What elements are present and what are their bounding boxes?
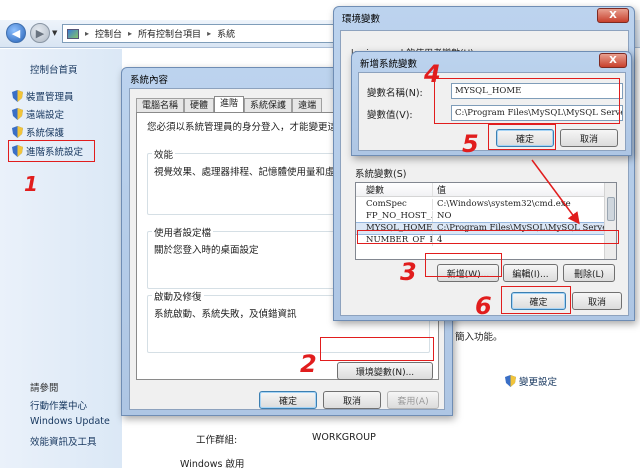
shield-icon (12, 126, 23, 138)
sidebar-item-remote-settings[interactable]: 遠端設定 (12, 107, 64, 121)
see-also-heading: 請參閱 (30, 383, 59, 394)
annotation-step-5: 5 (462, 130, 479, 158)
group-title: 啟動及修復 (152, 289, 204, 303)
scrollbar-thumb[interactable] (607, 197, 615, 221)
close-button[interactable]: X (597, 8, 629, 23)
tab-system-protection[interactable]: 系統保護 (244, 98, 293, 113)
chevron-right-icon: ▸ (85, 29, 90, 38)
apply-button: 套用(A) (387, 391, 439, 409)
list-header: 變數 值 (356, 183, 606, 197)
group-title: 效能 (152, 147, 176, 161)
cell-value: C:\Windows\system32\cmd.exe (432, 199, 606, 210)
windows-activation-heading: Windows 啟用 (180, 459, 245, 468)
cell-variable: FP_NO_HOST_... (366, 211, 432, 221)
link-performance-tools[interactable]: 效能資訊及工具 (30, 434, 97, 448)
cell-variable: ComSpec (366, 199, 407, 209)
control-panel-icon (67, 28, 79, 39)
highlight-env-ok (501, 286, 571, 314)
delete-button[interactable]: 刪除(L) (563, 264, 615, 282)
highlight-new-button (425, 253, 502, 277)
sidebar-item-label: 遠端設定 (26, 110, 65, 121)
environment-variables-button[interactable]: 環境變數(N)... (337, 362, 433, 380)
link-windows-update[interactable]: Windows Update (30, 416, 110, 427)
sidebar-item-label: 裝置管理員 (26, 92, 74, 103)
history-dropdown-icon[interactable]: ▼ (52, 29, 57, 37)
tab-strip: 電腦名稱 硬體 進階 系統保護 遠端 (136, 96, 323, 113)
annotation-step-3: 3 (400, 258, 417, 286)
highlight-new-var-fields (434, 78, 620, 124)
annotation-step-2: 2 (300, 350, 317, 378)
chevron-right-icon: ▸ (207, 29, 212, 38)
annotation-step-6: 6 (475, 292, 492, 320)
back-button[interactable]: ◀ (6, 23, 26, 43)
highlight-new-var-ok (488, 124, 556, 150)
tab-hardware[interactable]: 硬體 (184, 98, 215, 113)
tab-remote[interactable]: 遠端 (292, 98, 323, 113)
breadcrumb-control-panel[interactable]: 控制台 (95, 27, 122, 40)
chevron-right-icon: ▸ (128, 29, 133, 38)
annotation-step-4: 4 (424, 60, 441, 88)
cancel-button[interactable]: 取消 (560, 129, 618, 147)
column-header-value[interactable]: 值 (432, 183, 606, 196)
dialog-title: 環境變數 (342, 14, 381, 25)
close-button[interactable]: X (599, 53, 627, 68)
breadcrumb-all-items[interactable]: 所有控制台項目 (138, 27, 201, 40)
workgroup-label: 工作群組: (196, 435, 238, 446)
system-variables-label: 系統變數(S) (355, 169, 407, 180)
variable-value-label: 變數值(V): (367, 110, 413, 121)
sidebar-item-home[interactable]: 控制台首頁 (30, 62, 78, 76)
shield-icon (12, 108, 23, 120)
sidebar-item-label: 系統保護 (26, 128, 65, 139)
list-scrollbar[interactable] (604, 183, 616, 259)
address-bar[interactable]: ▸ 控制台 ▸ 所有控制台項目 ▸ 系統 (62, 24, 362, 43)
highlight-env-button (320, 337, 434, 361)
group-title: 使用者設定檔 (152, 225, 214, 239)
shield-icon (505, 375, 516, 387)
workgroup-value: WORKGROUP (312, 432, 376, 443)
change-settings-label: 變更設定 (519, 377, 558, 388)
highlight-advanced-settings (8, 140, 95, 162)
main-text-fragment: 簡入功能。 (455, 332, 503, 343)
highlight-mysql-row (357, 230, 619, 244)
link-action-center[interactable]: 行動作業中心 (30, 398, 87, 412)
close-icon: X (609, 55, 617, 66)
shield-icon (12, 90, 23, 102)
breadcrumb-system[interactable]: 系統 (217, 27, 235, 40)
cancel-button[interactable]: 取消 (323, 391, 381, 409)
back-arrow-icon: ◀ (11, 26, 21, 40)
change-settings-link[interactable]: 變更設定 (505, 374, 557, 388)
sidebar-item-system-protection[interactable]: 系統保護 (12, 125, 64, 139)
close-icon: X (609, 10, 617, 21)
column-header-variable[interactable]: 變數 (356, 183, 432, 196)
forward-arrow-icon: ▶ (35, 26, 45, 40)
variable-name-label: 變數名稱(N): (367, 88, 423, 99)
tab-computer-name[interactable]: 電腦名稱 (136, 98, 185, 113)
sidebar: 控制台首頁 裝置管理員 遠端設定 系統保護 進階系統設定 請參閱 行動作業中心 … (0, 49, 122, 468)
dialog-title: 新增系統變數 (360, 59, 418, 70)
edit-button[interactable]: 編輯(I)... (503, 264, 558, 282)
table-row[interactable]: ComSpec C:\Windows\system32\cmd.exe (356, 199, 606, 210)
forward-button[interactable]: ▶ (30, 23, 50, 43)
table-row[interactable]: FP_NO_HOST_... NO (356, 211, 606, 222)
cancel-button[interactable]: 取消 (572, 292, 622, 310)
annotation-step-1: 1 (24, 172, 38, 196)
tab-advanced[interactable]: 進階 (214, 96, 245, 113)
dialog-title: 系統內容 (130, 75, 169, 86)
ok-button[interactable]: 確定 (259, 391, 317, 409)
system-variables-list[interactable]: 變數 值 ComSpec C:\Windows\system32\cmd.exe… (355, 182, 617, 260)
sidebar-item-device-manager[interactable]: 裝置管理員 (12, 89, 74, 103)
cell-value: NO (432, 211, 606, 222)
